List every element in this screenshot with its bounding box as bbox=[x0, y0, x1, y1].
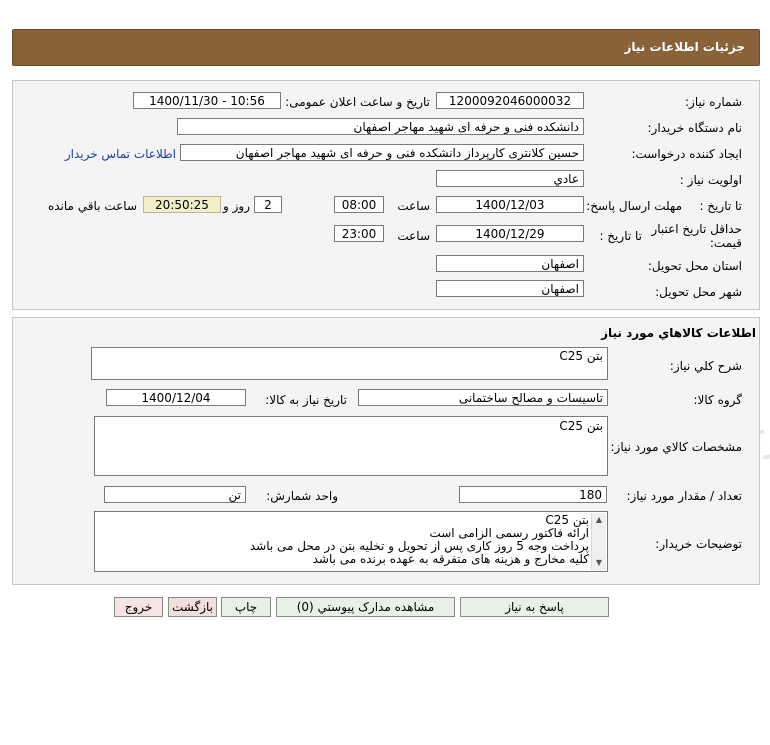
send-until-label: تا تاريخ : bbox=[699, 199, 742, 213]
days-remaining-field: 2 bbox=[254, 196, 282, 213]
price-validity-label-2: قيمت: bbox=[709, 236, 742, 250]
delivery-city-label: شهر محل تحويل: bbox=[655, 285, 742, 299]
specs-label: مشخصات کالاي مورد نياز: bbox=[610, 440, 742, 454]
reply-button[interactable]: پاسخ به نياز bbox=[460, 597, 609, 617]
page-title: جزئيات اطلاعات نياز bbox=[624, 40, 745, 54]
validity-until-label: تا تاريخ : bbox=[599, 229, 642, 243]
unit-label: واحد شمارش: bbox=[266, 489, 338, 503]
buyer-contact-link[interactable]: اطلاعات تماس خريدار bbox=[65, 147, 176, 161]
send-date-field: 1400/12/03 bbox=[436, 196, 584, 213]
priority-label: اولويت نياز : bbox=[679, 173, 742, 187]
scroll-down-icon[interactable]: ▼ bbox=[592, 557, 606, 569]
need-info-panel bbox=[12, 80, 760, 310]
send-time-label: ساعت bbox=[397, 199, 430, 213]
buyer-notes-line: کلیه مخارج و هزینه های متفرقه به عهده بر… bbox=[312, 552, 589, 566]
announce-label: تاريخ و ساعت اعلان عمومی: bbox=[285, 95, 430, 109]
delivery-city-field: اصفهان bbox=[436, 280, 584, 297]
goods-section-title: اطلاعات کالاهاي مورد نياز bbox=[601, 326, 756, 340]
priority-field: عادي bbox=[436, 170, 584, 187]
validity-date-field: 1400/12/29 bbox=[436, 225, 584, 242]
buyer-org-label: نام دستگاه خريدار: bbox=[647, 121, 743, 135]
back-button[interactable]: بازگشت bbox=[168, 597, 217, 617]
buyer-org-field: دانشکده فنی و حرفه ای شهید مهاجر اصفهان bbox=[177, 118, 584, 135]
print-button[interactable]: چاپ bbox=[221, 597, 271, 617]
goods-group-field: تاسیسات و مصالح ساختمانی bbox=[358, 389, 608, 406]
buyer-notes-textarea[interactable]: بتن C25 ارائه فاکتور رسمی الزامی است پرد… bbox=[94, 511, 608, 572]
remaining-label: ساعت باقي مانده bbox=[47, 199, 137, 213]
need-date-field: 1400/12/04 bbox=[106, 389, 246, 406]
specs-field: بتن C25 bbox=[94, 416, 608, 476]
need-date-label: تاريخ نياز به کالا: bbox=[265, 393, 347, 407]
quantity-field: 180 bbox=[459, 486, 607, 503]
general-desc-label: شرح کلي نياز: bbox=[669, 359, 742, 373]
days-and-label: روز و bbox=[223, 199, 250, 213]
requester-field: حسین کلانتری کارپرداز دانشکده فنی و حرفه… bbox=[180, 144, 584, 161]
need-number-label: شماره نياز: bbox=[685, 95, 742, 109]
exit-button[interactable]: خروج bbox=[114, 597, 163, 617]
requester-label: ايجاد کننده درخواست: bbox=[631, 147, 742, 161]
buyer-notes-label: توضيحات خريدار: bbox=[655, 537, 742, 551]
quantity-label: تعداد / مقدار مورد نياز: bbox=[626, 489, 742, 503]
delivery-province-field: اصفهان bbox=[436, 255, 584, 272]
remaining-time-field: 20:50:25 bbox=[143, 196, 221, 213]
general-desc-field: بتن C25 bbox=[91, 347, 608, 380]
validity-time-field: 23:00 bbox=[334, 225, 384, 242]
delivery-province-label: استان محل تحويل: bbox=[647, 259, 742, 273]
send-deadline-label: مهلت ارسال پاسخ: bbox=[586, 199, 682, 213]
need-number-field: 1200092046000032 bbox=[436, 92, 584, 109]
page-header: جزئيات اطلاعات نياز bbox=[12, 29, 760, 66]
buyer-notes-scrollbar[interactable]: ▲ ▼ bbox=[591, 513, 606, 570]
validity-time-label: ساعت bbox=[397, 229, 430, 243]
unit-field: تن bbox=[104, 486, 246, 503]
view-attachments-button[interactable]: مشاهده مدارک پيوستي (0) bbox=[276, 597, 455, 617]
scroll-up-icon[interactable]: ▲ bbox=[592, 514, 606, 526]
price-validity-label-1: حداقل تاريخ اعتبار bbox=[651, 222, 742, 236]
goods-group-label: گروه کالا: bbox=[693, 393, 743, 407]
announce-field: 1400/11/30 - 10:56 bbox=[133, 92, 281, 109]
send-time-field: 08:00 bbox=[334, 196, 384, 213]
